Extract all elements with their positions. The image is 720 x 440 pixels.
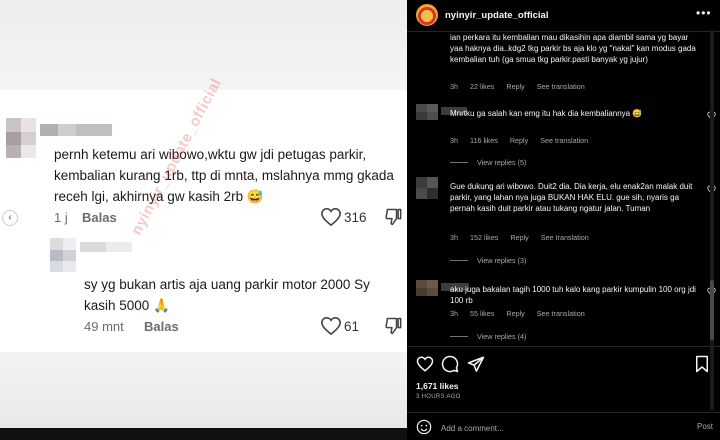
add-comment-bar: Post — [407, 412, 720, 440]
dislike-icon[interactable] — [384, 316, 404, 336]
comment-text: ian perkara itu kembalian mau dikasihin … — [450, 33, 696, 64]
pixelated-username — [40, 124, 112, 136]
media-top-strip — [0, 0, 407, 90]
more-icon[interactable]: ••• — [696, 6, 712, 20]
reply-button[interactable]: Reply — [510, 136, 528, 145]
media-comment-time: 1 j — [54, 210, 68, 225]
scrollbar[interactable] — [710, 30, 714, 410]
media-like-count: 61 — [344, 319, 360, 334]
view-replies-button[interactable]: View replies (4) — [477, 332, 526, 341]
divider — [450, 336, 468, 337]
emoji-icon[interactable] — [416, 419, 432, 435]
pixelated-username — [80, 242, 132, 252]
post-actions: 1,671 likes 3 HOURS AGO — [407, 346, 720, 406]
like-count[interactable]: 1,671 likes — [416, 381, 459, 391]
media-reply-button[interactable]: Balas — [144, 319, 179, 334]
comment-meta: 3h 55 likes Reply See translation — [450, 309, 595, 318]
comment-text: Gue dukung ari wibowo. Duit2 dia. Dia ke… — [450, 182, 693, 213]
see-translation-link[interactable]: See translation — [540, 136, 588, 145]
media-comment-text: pernh ketemu ari wibowo,wktu gw jdi petu… — [54, 147, 394, 204]
post-comment-button[interactable]: Post — [697, 422, 713, 431]
comment-text: Mnrtku ga salah kan emg itu hak dia kemb… — [450, 109, 643, 118]
comment-meta: 3h 152 likes Reply See translation — [450, 233, 599, 242]
comment-time: 3h — [450, 309, 458, 318]
media-bottom-strip — [0, 352, 407, 428]
comment-likes[interactable]: 22 likes — [470, 82, 494, 91]
view-replies-button[interactable]: View replies (3) — [477, 256, 526, 265]
see-translation-link[interactable]: See translation — [541, 233, 589, 242]
heart-icon[interactable] — [320, 316, 342, 336]
media-dark-strip — [0, 428, 407, 440]
view-replies-button[interactable]: View replies (5) — [477, 158, 526, 167]
reply-button[interactable]: Reply — [506, 309, 524, 318]
see-translation-link[interactable]: See translation — [537, 309, 585, 318]
comment-input[interactable] — [441, 421, 681, 435]
media-reply-button[interactable]: Balas — [82, 210, 117, 225]
comments-panel: nyinyir_update_official ••• ian perkara … — [407, 0, 720, 440]
avatar[interactable] — [416, 4, 438, 26]
post-timestamp: 3 HOURS AGO — [416, 394, 461, 400]
heart-icon[interactable] — [320, 207, 342, 227]
comment-likes[interactable]: 116 likes — [470, 136, 498, 145]
comment-time: 3h — [450, 233, 458, 242]
reply-button[interactable]: Reply — [510, 233, 528, 242]
post-username[interactable]: nyinyir_update_official — [445, 10, 548, 21]
pixelated-avatar — [416, 104, 438, 120]
post-media: pernh ketemu ari wibowo,wktu gw jdi petu… — [0, 0, 407, 440]
media-comment-text: sy yg bukan artis aja uang parkir motor … — [84, 277, 370, 313]
divider — [450, 260, 468, 261]
pixelated-avatar — [416, 280, 438, 296]
media-comment-screenshot: pernh ketemu ari wibowo,wktu gw jdi petu… — [0, 90, 407, 352]
comment-text: aku juga bakalan tagih 1000 tuh kalo kan… — [450, 285, 696, 305]
heart-icon[interactable] — [416, 355, 434, 373]
pixelated-avatar — [50, 238, 76, 272]
comments-list[interactable]: ian perkara itu kembalian mau dikasihin … — [407, 32, 720, 346]
comment-meta: 3h 116 likes Reply See translation — [450, 136, 598, 145]
comment-icon[interactable] — [441, 355, 459, 373]
post-header: nyinyir_update_official ••• — [407, 0, 720, 32]
pixelated-avatar — [6, 118, 36, 158]
divider — [450, 162, 468, 163]
media-like-count: 316 — [344, 210, 367, 225]
bookmark-icon[interactable] — [693, 355, 711, 373]
see-translation-link[interactable]: See translation — [537, 82, 585, 91]
comment-time: 3h — [450, 82, 458, 91]
reply-button[interactable]: Reply — [506, 82, 524, 91]
comment-likes[interactable]: 55 likes — [470, 309, 494, 318]
chevron-left-icon[interactable]: ‹ — [2, 210, 18, 226]
comment-likes[interactable]: 152 likes — [470, 233, 498, 242]
dislike-icon[interactable] — [384, 207, 404, 227]
comment-meta: 3h 22 likes Reply See translation — [450, 82, 595, 91]
comment-time: 3h — [450, 136, 458, 145]
scrollbar-thumb[interactable] — [710, 280, 714, 340]
pixelated-avatar — [416, 177, 438, 199]
media-comment-time: 49 mnt — [84, 319, 124, 334]
share-icon[interactable] — [467, 355, 485, 373]
